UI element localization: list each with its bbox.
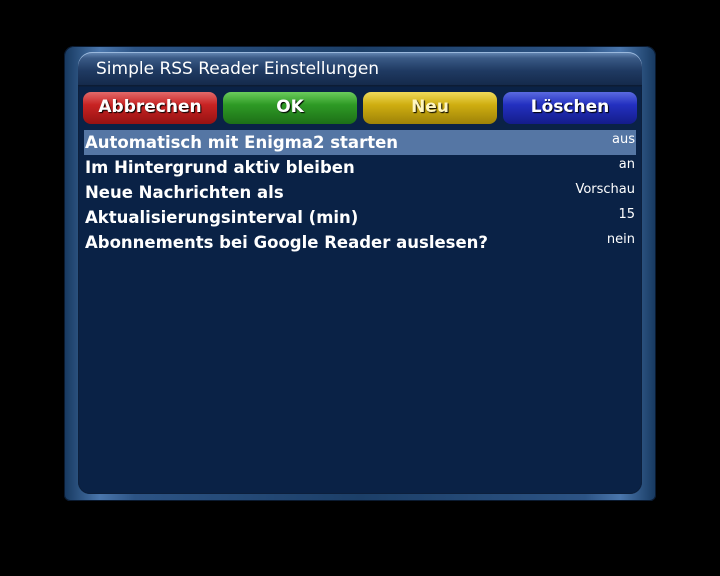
ok-button[interactable]: OK: [223, 92, 357, 124]
setting-value[interactable]: Vorschau: [575, 182, 635, 197]
setting-row-google-reader[interactable]: Abonnements bei Google Reader auslesen? …: [84, 230, 636, 255]
setting-label: Abonnements bei Google Reader auslesen?: [85, 233, 488, 252]
delete-button[interactable]: Löschen: [503, 92, 637, 124]
setting-label: Automatisch mit Enigma2 starten: [85, 133, 399, 152]
color-button-bar: Abbrechen OK Neu Löschen: [83, 92, 637, 124]
settings-list: Automatisch mit Enigma2 starten aus Im H…: [84, 130, 636, 255]
setting-label: Im Hintergrund aktiv bleiben: [85, 158, 355, 177]
setting-row-interval[interactable]: Aktualisierungsinterval (min) 15: [84, 205, 636, 230]
new-button[interactable]: Neu: [363, 92, 497, 124]
setting-value[interactable]: 15: [618, 207, 635, 222]
setting-value[interactable]: aus: [612, 132, 635, 147]
setting-value[interactable]: nein: [607, 232, 635, 247]
setting-label: Aktualisierungsinterval (min): [85, 208, 359, 227]
cancel-button[interactable]: Abbrechen: [83, 92, 217, 124]
settings-window: Simple RSS Reader Einstellungen Abbreche…: [64, 46, 656, 501]
setting-row-background[interactable]: Im Hintergrund aktiv bleiben an: [84, 155, 636, 180]
title-bar: Simple RSS Reader Einstellungen: [78, 52, 642, 86]
setting-label: Neue Nachrichten als: [85, 183, 284, 202]
setting-value[interactable]: an: [619, 157, 635, 172]
setting-row-new-messages[interactable]: Neue Nachrichten als Vorschau: [84, 180, 636, 205]
window-title: Simple RSS Reader Einstellungen: [96, 59, 380, 79]
setting-row-autostart[interactable]: Automatisch mit Enigma2 starten aus: [84, 130, 636, 155]
